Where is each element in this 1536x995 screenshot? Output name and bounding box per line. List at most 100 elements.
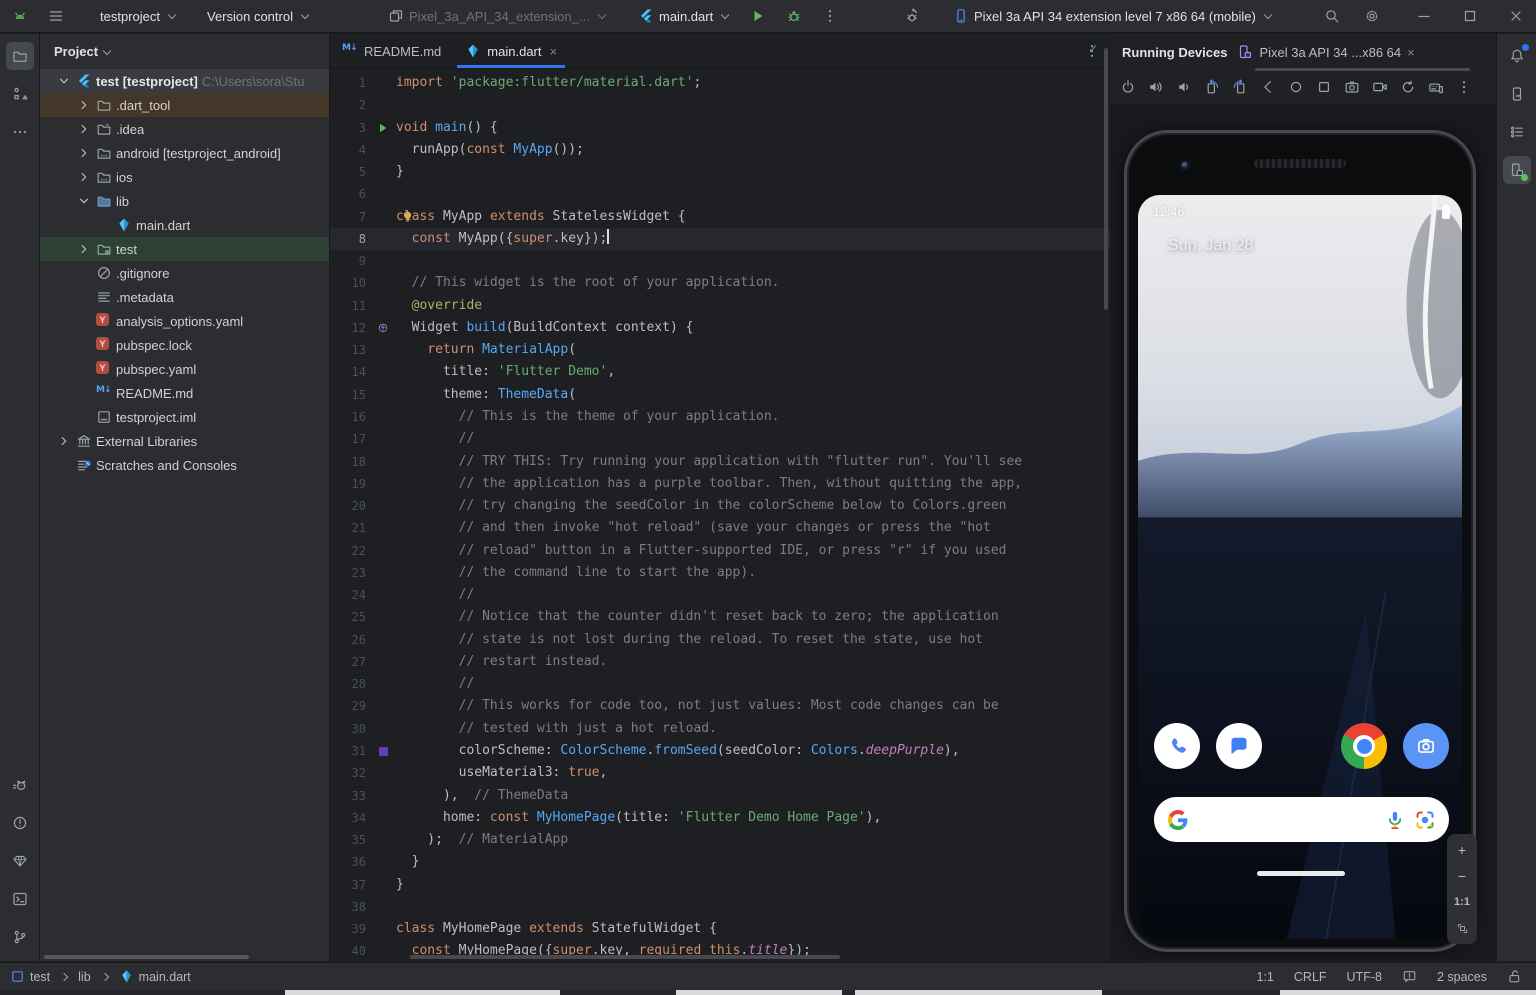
code-line-34[interactable]: 34 home: const MyHomePage(title: 'Flutte…: [330, 807, 1110, 829]
color-preview-swatch[interactable]: [379, 747, 388, 756]
close-device-tab-button[interactable]: ×: [1407, 45, 1415, 60]
tool-button-version-control[interactable]: [6, 923, 34, 951]
phone-app-icon[interactable]: [1154, 723, 1200, 769]
google-search-bar[interactable]: [1154, 797, 1449, 842]
vcs-widget[interactable]: Version control: [199, 3, 318, 29]
zoom-in-button[interactable]: +: [1451, 839, 1473, 861]
code-line-22[interactable]: 22 // reload" button in a Flutter-suppor…: [330, 540, 1110, 562]
code-area[interactable]: 1import 'package:flutter/material.dart';…: [330, 69, 1110, 961]
code-line-30[interactable]: 30 // tested with just a hot reload.: [330, 718, 1110, 740]
debug-button[interactable]: [780, 3, 808, 29]
more-actions-button[interactable]: [816, 3, 844, 29]
file-encoding[interactable]: UTF-8: [1347, 970, 1382, 984]
code-line-13[interactable]: 13 return MaterialApp(: [330, 339, 1110, 361]
code-line-28[interactable]: 28 //: [330, 673, 1110, 695]
inspection-status-icon[interactable]: ✓: [1088, 42, 1098, 56]
tree-item-.metadata[interactable]: .metadata: [40, 285, 329, 309]
code-line-4[interactable]: 4 runApp(const MyApp());: [330, 139, 1110, 161]
camera-app-icon[interactable]: [1403, 723, 1449, 769]
code-line-16[interactable]: 16 // This is the theme of your applicat…: [330, 406, 1110, 428]
code-line-25[interactable]: 25 // Notice that the counter didn't res…: [330, 606, 1110, 628]
code-line-38[interactable]: 38: [330, 896, 1110, 918]
tool-button-project-folder[interactable]: [6, 42, 34, 70]
tree-item-main.dart[interactable]: main.dart: [40, 213, 329, 237]
tool-button-more-horizontal[interactable]: [6, 118, 34, 146]
code-line-11[interactable]: 11 @override: [330, 295, 1110, 317]
code-line-35[interactable]: 35 ); // MaterialApp: [330, 829, 1110, 851]
attach-debugger-button[interactable]: [898, 3, 926, 29]
tree-item-.dart_tool[interactable]: .dart_tool: [40, 93, 329, 117]
minimize-window-button[interactable]: [1410, 3, 1438, 29]
volume-down-button[interactable]: [1172, 75, 1196, 99]
device-selector[interactable]: Pixel 3a API 34 extension level 7 x86 64…: [945, 3, 1281, 29]
line-separator[interactable]: CRLF: [1294, 970, 1327, 984]
expand-arrow-icon[interactable]: [56, 433, 72, 449]
project-panel-header[interactable]: Project: [40, 34, 329, 69]
expand-arrow-icon[interactable]: [76, 169, 92, 185]
code-line-8[interactable]: 8 const MyApp({super.key});: [330, 228, 1110, 250]
editor-hscrollbar[interactable]: [410, 955, 840, 959]
code-line-37[interactable]: 37}: [330, 874, 1110, 896]
tree-item-testproject.iml[interactable]: testproject.iml: [40, 405, 329, 429]
tree-item-.idea[interactable]: .idea: [40, 117, 329, 141]
code-line-26[interactable]: 26 // state is not lost during the reloa…: [330, 629, 1110, 651]
power-button[interactable]: [1116, 75, 1140, 99]
code-line-6[interactable]: 6: [330, 183, 1110, 205]
home-nav-button[interactable]: [1284, 75, 1308, 99]
zoom-out-button[interactable]: −: [1451, 865, 1473, 887]
run-target-selector[interactable]: Pixel_3a_API_34_extension_...: [380, 3, 615, 29]
code-line-2[interactable]: 2: [330, 94, 1110, 116]
tree-item-pubspec.yaml[interactable]: Ypubspec.yaml: [40, 357, 329, 381]
code-line-10[interactable]: 10 // This widget is the root of your ap…: [330, 272, 1110, 294]
code-line-17[interactable]: 17 //: [330, 428, 1110, 450]
voice-search-icon[interactable]: [1385, 810, 1405, 830]
intention-bulb-icon[interactable]: [400, 209, 415, 224]
collapse-arrow-icon[interactable]: [56, 73, 72, 89]
breadcrumb-main.dart[interactable]: main.dart: [119, 969, 191, 984]
tree-item-README.md[interactable]: M↓README.md: [40, 381, 329, 405]
project-widget[interactable]: testproject: [92, 3, 185, 29]
tool-button-device-manager[interactable]: [1503, 80, 1531, 108]
code-line-19[interactable]: 19 // the application has a purple toolb…: [330, 473, 1110, 495]
code-line-27[interactable]: 27 // restart instead.: [330, 651, 1110, 673]
screenshot-button[interactable]: [1340, 75, 1364, 99]
tool-button-logcat[interactable]: [6, 771, 34, 799]
code-line-12[interactable]: 12 Widget build(BuildContext context) {: [330, 317, 1110, 339]
code-line-24[interactable]: 24 //: [330, 584, 1110, 606]
code-line-32[interactable]: 32 useMaterial3: true,: [330, 762, 1110, 784]
editor-vscrollbar[interactable]: [1104, 48, 1108, 310]
code-line-14[interactable]: 14 title: 'Flutter Demo',: [330, 361, 1110, 383]
settings-button[interactable]: [1358, 3, 1386, 29]
home-indicator[interactable]: [1257, 871, 1345, 876]
breadcrumb-lib[interactable]: lib: [78, 970, 91, 984]
project-tree-hscrollbar[interactable]: [44, 955, 249, 959]
tool-button-build-variants[interactable]: [1503, 118, 1531, 146]
code-line-29[interactable]: 29 // This works for code too, not just …: [330, 695, 1110, 717]
zoom-reset-button[interactable]: 1:1: [1451, 891, 1473, 913]
code-line-9[interactable]: 9: [330, 250, 1110, 272]
tree-item-analysis_options.yaml[interactable]: Yanalysis_options.yaml: [40, 309, 329, 333]
code-line-21[interactable]: 21 // and then invoke "hot reload" (save…: [330, 517, 1110, 539]
code-line-31[interactable]: 31 colorScheme: ColorScheme.fromSeed(see…: [330, 740, 1110, 762]
device-screen[interactable]: 12:46 Sun, Jan 28: [1138, 195, 1462, 939]
run-configuration-selector[interactable]: main.dart: [630, 3, 738, 29]
overview-button[interactable]: [1312, 75, 1336, 99]
google-lens-icon[interactable]: [1415, 810, 1435, 830]
expand-arrow-icon[interactable]: [76, 97, 92, 113]
chrome-app-icon[interactable]: [1341, 723, 1387, 769]
run-button[interactable]: [744, 3, 772, 29]
screen-record-button[interactable]: [1368, 75, 1392, 99]
tree-item-ios[interactable]: ios: [40, 165, 329, 189]
tree-item-android[interactable]: android [testproject_android]: [40, 141, 329, 165]
code-line-36[interactable]: 36 }: [330, 851, 1110, 873]
rotate-right-button[interactable]: [1228, 75, 1252, 99]
indent-style[interactable]: 2 spaces: [1437, 970, 1487, 984]
messages-app-icon[interactable]: [1216, 723, 1262, 769]
tree-item-.gitignore[interactable]: .gitignore: [40, 261, 329, 285]
tool-button-problems[interactable]: [6, 809, 34, 837]
file-writable[interactable]: [1507, 969, 1522, 984]
tool-button-running-devices[interactable]: [1503, 156, 1531, 184]
rotate-left-button[interactable]: [1200, 75, 1224, 99]
tree-item-lib[interactable]: lib: [40, 189, 329, 213]
tree-item-test[interactable]: test [testproject]C:\Users\sora\Stu: [40, 69, 329, 93]
